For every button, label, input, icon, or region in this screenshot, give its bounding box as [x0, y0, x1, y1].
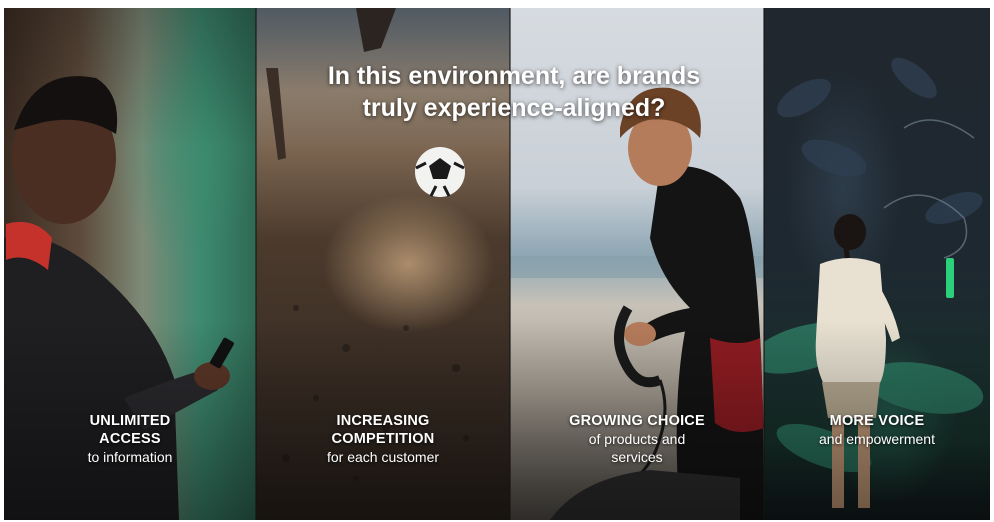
caption-subtitle: to information	[87, 449, 173, 465]
caption-title-line1: INCREASING	[336, 413, 430, 429]
caption-title-line2: COMPETITION	[331, 431, 435, 447]
caption-title-line1: MORE VOICE	[829, 413, 925, 429]
caption-increasing-competition: INCREASING COMPETITION for each customer	[256, 412, 510, 466]
collage: UNLIMITED ACCESS to information INCREASI…	[4, 8, 990, 520]
headline-line2: truly experience-aligned?	[362, 94, 666, 122]
caption-more-voice: MORE VOICE and empowerment	[764, 412, 990, 448]
caption-subtitle-line1: of products and	[588, 431, 686, 447]
headline: In this environment, are brands truly ex…	[194, 60, 834, 124]
caption-title-line2: ACCESS	[99, 431, 161, 447]
headline-line1: In this environment, are brands	[327, 62, 701, 90]
caption-unlimited-access: UNLIMITED ACCESS to information	[4, 412, 256, 466]
caption-growing-choice: GROWING CHOICE of products and services	[510, 412, 764, 466]
caption-subtitle-line2: services	[611, 449, 663, 465]
caption-title-line1: GROWING CHOICE	[569, 413, 705, 429]
caption-title-line1: UNLIMITED	[89, 413, 171, 429]
caption-subtitle: and empowerment	[819, 431, 935, 447]
caption-subtitle: for each customer	[326, 449, 440, 465]
